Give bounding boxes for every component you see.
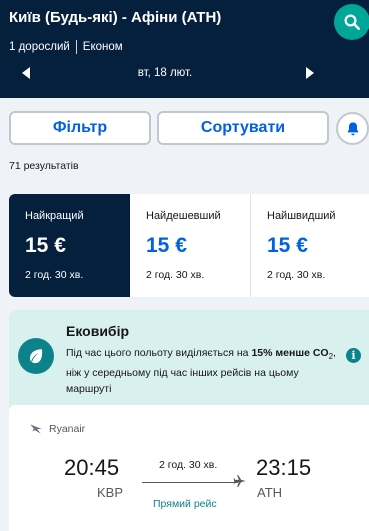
filter-button[interactable]: Фільтр: [9, 111, 151, 145]
bell-icon: [347, 121, 358, 135]
eco-co2: CO: [312, 347, 329, 359]
sort-tabs: Найкращий 15 € 2 год. 30 хв. Найдешевший…: [9, 194, 369, 297]
passengers-label: 1 дорослий: [9, 41, 70, 53]
info-icon[interactable]: i: [346, 348, 361, 363]
departure-airport: KBP: [97, 485, 124, 500]
eco-text-part: Під час цього польоту виділяється на: [66, 347, 252, 359]
arrival-time: 23:15: [256, 455, 312, 480]
flight-duration: 2 год. 30 хв.: [159, 459, 218, 471]
cabin-label: Економ: [82, 41, 123, 53]
eco-description: Під час цього польоту виділяється на 15%…: [66, 345, 342, 397]
tab-title: Найшвидший: [267, 210, 336, 222]
date-label[interactable]: вт, 18 лют.: [0, 67, 330, 79]
eco-title: Ековибір: [66, 323, 130, 339]
tab-price: 15 €: [146, 234, 187, 257]
search-button[interactable]: [334, 4, 369, 40]
ryanair-logo-icon: [30, 424, 42, 434]
search-icon: [344, 14, 360, 30]
tab-duration: 2 год. 30 хв.: [25, 269, 84, 281]
results-count: 71 результатів: [9, 160, 79, 172]
trip-details[interactable]: 1 дорослий Економ: [9, 40, 123, 54]
next-day-icon[interactable]: [306, 67, 314, 79]
tab-title: Найкращий: [25, 210, 84, 222]
tab-price: 15 €: [267, 234, 308, 257]
tab-duration: 2 год. 30 хв.: [267, 269, 326, 281]
departure-time: 20:45: [64, 455, 120, 480]
plane-icon: [233, 475, 246, 487]
stops-label: Прямий рейс: [153, 498, 217, 510]
tab-price: 15 €: [25, 234, 66, 257]
route-line: [142, 482, 238, 483]
tab-duration: 2 год. 30 хв.: [146, 269, 205, 281]
divider: [75, 40, 77, 54]
tab-fastest[interactable]: Найшвидший 15 € 2 год. 30 хв.: [251, 194, 369, 297]
tab-best[interactable]: Найкращий 15 € 2 год. 30 хв.: [9, 194, 130, 297]
route-title[interactable]: Київ (Будь-які) - Афіни (ATH): [9, 9, 221, 26]
header: Київ (Будь-які) - Афіни (ATH) 1 дорослий…: [0, 0, 369, 98]
airline: Ryanair: [29, 423, 85, 435]
flight-card[interactable]: Ryanair 20:45 KBP 2 год. 30 хв. 23:15 AT…: [9, 405, 369, 531]
leaf-icon: [18, 338, 54, 374]
airline-name: Ryanair: [49, 423, 86, 435]
arrival-airport: ATH: [257, 485, 283, 500]
date-selector: вт, 18 лют.: [0, 62, 369, 84]
eco-highlight: 15% менше: [251, 347, 310, 359]
tab-title: Найдешевший: [146, 210, 221, 222]
price-alert-button[interactable]: [336, 112, 369, 145]
sort-button[interactable]: Сортувати: [157, 111, 329, 145]
tab-cheapest[interactable]: Найдешевший 15 € 2 год. 30 хв.: [130, 194, 251, 297]
